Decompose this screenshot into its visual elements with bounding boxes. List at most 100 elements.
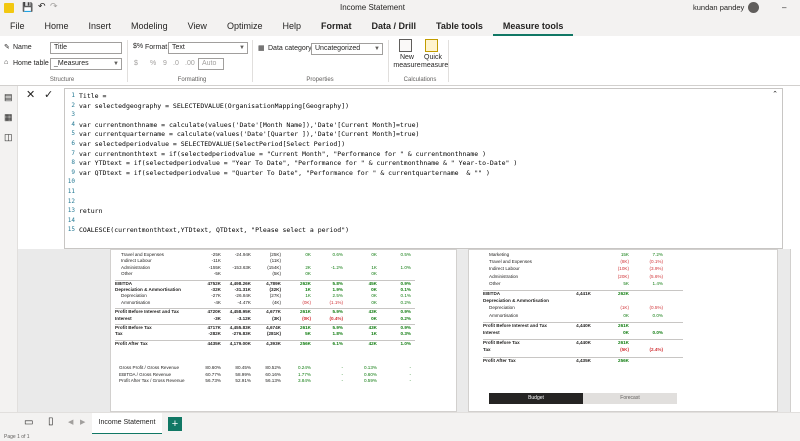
undo-icon[interactable]: ↶ xyxy=(38,1,46,12)
cell-value: 80.60% xyxy=(205,365,221,371)
next-page-icon[interactable]: ▶ xyxy=(80,418,85,426)
tab-home[interactable]: Home xyxy=(35,16,79,36)
redo-icon[interactable]: ↷ xyxy=(50,1,58,12)
currency-button[interactable]: $ xyxy=(134,60,138,67)
commit-icon[interactable]: ✓ xyxy=(44,88,53,101)
tab-format[interactable]: Format xyxy=(311,16,362,36)
chevron-down-icon: ▼ xyxy=(239,45,245,51)
format-select[interactable]: Text ▼ xyxy=(168,42,248,54)
cell-value: -4K xyxy=(213,299,221,305)
page-tab-income-statement[interactable]: Income Statement xyxy=(92,413,162,435)
report-view-icon[interactable]: ▤ xyxy=(4,92,13,103)
cell-value: -31.31K xyxy=(234,287,251,292)
decimal-places-input[interactable]: Auto xyxy=(198,58,224,70)
code-line[interactable]: var selectedgeography = SELECTEDVALUE(Or… xyxy=(79,102,349,110)
row-label: Administration xyxy=(121,264,151,270)
table-view-icon[interactable]: ▦ xyxy=(4,112,13,123)
tab-view[interactable]: View xyxy=(178,16,217,36)
data-category-select[interactable]: Uncategorized ▼ xyxy=(311,43,383,55)
cell-value: 256K xyxy=(300,340,311,346)
cell-value: 45K xyxy=(368,280,377,286)
cell-value: 0K xyxy=(371,252,377,257)
cell-value: 0.13% xyxy=(363,365,377,371)
row-label: Travel and Expenses xyxy=(121,252,164,257)
forecast-button[interactable]: Forecast xyxy=(583,393,677,404)
cell-value: 0.2% xyxy=(400,299,411,305)
cell-value: 256K xyxy=(618,357,629,363)
cell-value: 0.2% xyxy=(400,315,411,321)
decimal-decrease-icon[interactable]: .0 xyxy=(173,60,179,67)
cancel-icon[interactable]: ✕ xyxy=(26,88,35,101)
tab-file[interactable]: File xyxy=(0,16,35,36)
cell-value: - xyxy=(409,371,411,377)
prev-page-icon[interactable]: ◀ xyxy=(68,418,73,426)
cell-value: 0.24% xyxy=(297,365,311,371)
code-line[interactable]: var YTDtext = if(selectedperiodvalue = "… xyxy=(79,159,517,167)
cell-value: (3.9%) xyxy=(649,266,663,272)
cell-value: 4,393K xyxy=(266,340,281,346)
decimal-increase-icon[interactable]: .00 xyxy=(185,60,195,67)
cell-value: 0.9% xyxy=(400,280,411,286)
model-view-icon[interactable]: ◫ xyxy=(4,132,13,143)
cell-value: 0.1% xyxy=(400,287,411,292)
quick-measure-icon xyxy=(425,39,438,52)
quick-measure-button[interactable]: Quick measure xyxy=(421,54,448,70)
line-number: 8 xyxy=(71,159,75,167)
add-page-button[interactable]: + xyxy=(168,417,182,431)
cell-value: -282K xyxy=(208,331,221,337)
cell-value: -3K xyxy=(213,315,221,321)
ribbon-tabs: File Home Insert Modeling View Optimize … xyxy=(0,16,800,36)
cell-value: -26.84K xyxy=(234,293,251,299)
comma-button[interactable]: 9 xyxy=(163,60,167,67)
code-line[interactable]: Title = xyxy=(79,92,106,100)
cell-value: 6.1% xyxy=(332,340,343,346)
dax-editor[interactable]: 1 2 3 4 5 6 7 8 9 10 11 12 13 14 15 Title = var selecte… xyxy=(64,88,783,249)
cell-value: -155K xyxy=(208,264,221,270)
row-label: Profit Before Tax xyxy=(115,325,152,330)
cell-value: 0K xyxy=(371,315,377,321)
row-label: Profit After Tax xyxy=(483,357,516,363)
code-line[interactable]: var currentmonthname = calculate(values(… xyxy=(79,121,419,129)
desktop-layout-icon[interactable]: ▭ xyxy=(24,417,33,428)
row-label: Indirect Labour xyxy=(489,266,520,272)
budget-button[interactable]: Budget xyxy=(489,393,583,404)
cell-value: 2.5% xyxy=(332,293,343,299)
name-input[interactable]: Title xyxy=(50,42,122,54)
code-line[interactable]: var currentmonthtext = if(selectedperiod… xyxy=(79,150,486,158)
code-line[interactable]: return xyxy=(79,207,102,215)
cell-value: -3.12K xyxy=(237,315,251,321)
cell-value: (0.5%) xyxy=(649,305,663,311)
cell-value: 1.9% xyxy=(332,287,343,292)
home-table-select[interactable]: _Measures ▼ xyxy=(50,58,122,70)
code-line[interactable]: var currentquartername = calculate(value… xyxy=(79,130,419,138)
tab-optimize[interactable]: Optimize xyxy=(217,16,273,36)
cell-value: 0.1% xyxy=(400,293,411,299)
tab-help[interactable]: Help xyxy=(272,16,311,36)
collapse-icon[interactable]: ⌃ xyxy=(772,90,778,98)
percent-button[interactable]: % xyxy=(150,60,156,67)
budget-label: Budget xyxy=(528,395,544,401)
row-label: Profit After Tax xyxy=(115,340,148,346)
minimize-icon[interactable]: – xyxy=(782,3,786,12)
new-measure-button[interactable]: New measure xyxy=(392,54,422,70)
line-number: 7 xyxy=(71,149,75,157)
save-icon[interactable]: 💾 xyxy=(22,2,33,13)
tab-data-drill[interactable]: Data / Drill xyxy=(361,16,426,36)
cell-value: 262K xyxy=(300,280,311,286)
code-line[interactable]: var QTDtext = if(selectedperiodvalue = "… xyxy=(79,169,490,177)
code-line[interactable]: COALESCE(currentmonthtext,YTDtext, QTDte… xyxy=(79,226,349,234)
tab-measure-tools[interactable]: Measure tools xyxy=(492,16,574,36)
home-table-value: _Measures xyxy=(54,60,89,67)
tab-table-tools[interactable]: Table tools xyxy=(426,16,493,36)
cell-value: 261K xyxy=(300,325,311,330)
cell-value: 0.6% xyxy=(332,252,343,257)
cell-value: -153.63K xyxy=(232,264,251,270)
tab-modeling[interactable]: Modeling xyxy=(121,16,178,36)
code-line[interactable]: var selectedperiodvalue = SELECTEDVALUE(… xyxy=(79,140,345,148)
avatar[interactable] xyxy=(748,2,759,13)
mobile-layout-icon[interactable]: ▯ xyxy=(48,416,54,427)
app-logo-icon xyxy=(4,3,14,13)
chevron-down-icon: ▼ xyxy=(113,61,119,67)
tab-insert[interactable]: Insert xyxy=(79,16,122,36)
cell-value: (4K) xyxy=(272,299,281,305)
